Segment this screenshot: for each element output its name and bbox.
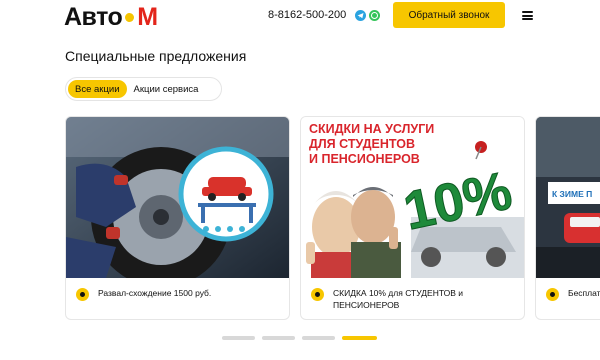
offer-card[interactable]: Развал-схождение 1500 руб. [65,116,290,320]
offer-image-winter: К ЗИМЕ П [536,117,600,278]
discount-icon [311,288,324,301]
offer-card[interactable]: СКИДКИ НА УСЛУГИ ДЛЯ СТУДЕНТОВ И ПЕНСИОН… [300,116,525,320]
offer-image-discount: СКИДКИ НА УСЛУГИ ДЛЯ СТУДЕНТОВ И ПЕНСИОН… [301,117,524,278]
telegram-icon[interactable] [355,10,366,21]
offer-image-wheel-alignment [66,117,289,278]
callback-button[interactable]: Обратный звонок [393,2,505,28]
logo-text-left: Авто [64,3,123,31]
carousel-pager [222,336,377,340]
offer-title: Бесплат [568,288,600,298]
pager-dot-active[interactable] [342,336,377,340]
offer-caption: Развал-схождение 1500 руб. [76,287,281,301]
phone-number[interactable]: 8-8162-500-200 [268,9,346,21]
page-title: Специальные предложения [65,48,247,64]
pager-dot[interactable] [262,336,295,340]
pager-dot[interactable] [302,336,335,340]
logo-text-right: М [137,3,158,31]
image-text-line-1: СКИДКИ НА УСЛУГИ [309,122,434,136]
image-text-winter: К ЗИМЕ П [552,189,592,199]
header: Авто М 8-8162-500-200 Обратный звонок [0,0,600,36]
tab-service-offers[interactable]: Акции сервиса [127,80,206,98]
offer-caption: СКИДКА 10% для СТУДЕНТОВ и ПЕНСИОНЕРОВ [311,287,516,311]
menu-icon[interactable] [522,11,533,20]
offer-card[interactable]: К ЗИМЕ П Бесплат [535,116,600,320]
offer-title: СКИДКА 10% для СТУДЕНТОВ и ПЕНСИОНЕРОВ [333,288,464,310]
pager-dot[interactable] [222,336,255,340]
whatsapp-icon[interactable] [369,10,380,21]
logo[interactable]: Авто М [64,3,158,32]
image-text-line-3: И ПЕНСИОНЕРОВ [309,152,420,166]
offer-tabs: Все акции Акции сервиса [65,77,222,101]
tab-all-offers[interactable]: Все акции [68,80,127,98]
image-text-line-2: ДЛЯ СТУДЕНТОВ [309,137,415,151]
offer-title: Развал-схождение 1500 руб. [98,288,212,298]
car-icon [546,288,559,301]
offer-caption: Бесплат [546,287,600,301]
logo-dot [125,13,135,22]
discount-icon [76,288,89,301]
